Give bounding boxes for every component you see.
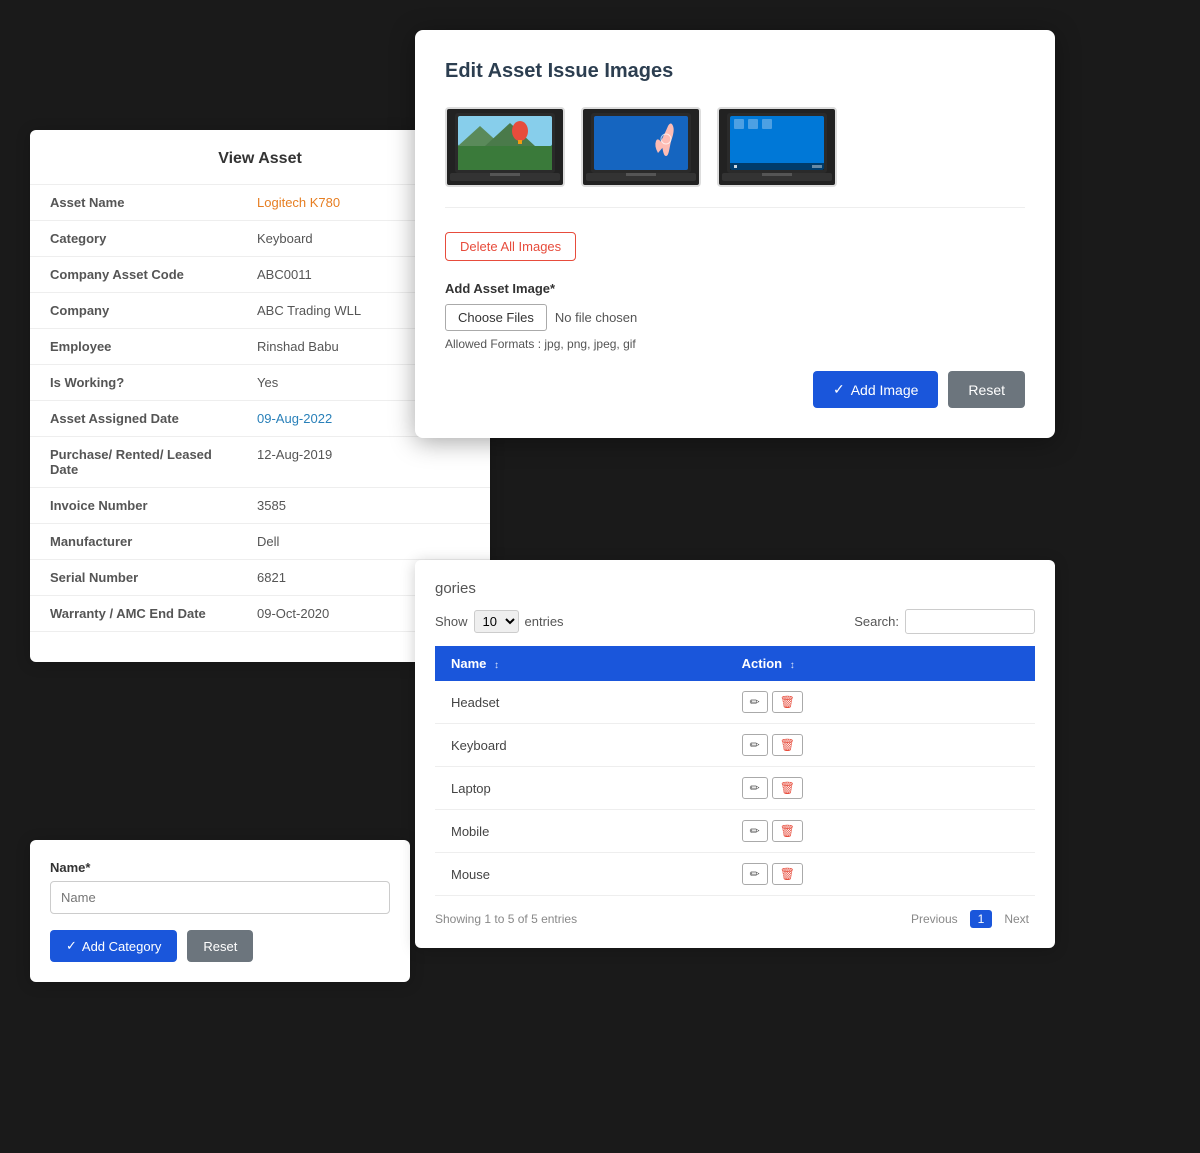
- table-row: Laptop ✏ 🗑: [435, 767, 1035, 810]
- table-row: Mobile ✏ 🗑: [435, 810, 1035, 853]
- asset-field-label: Purchase/ Rented/ Leased Date: [30, 437, 237, 488]
- asset-field-value: 12-Aug-2019: [237, 437, 490, 488]
- name-sort-icon: ↕: [494, 660, 499, 671]
- add-image-section: Add Asset Image* Choose Files No file ch…: [445, 281, 1025, 351]
- check-icon: ✓: [66, 938, 77, 954]
- table-row: Headset ✏ 🗑: [435, 681, 1035, 724]
- add-category-form: Name* ✓ Add Category Reset: [30, 840, 410, 982]
- reset-category-button[interactable]: Reset: [187, 930, 253, 962]
- edit-images-modal: Edit Asset Issue Images: [415, 30, 1055, 438]
- category-btn-group: ✓ Add Category Reset: [50, 930, 390, 962]
- showing-text: Showing 1 to 5 of 5 entries: [435, 912, 577, 926]
- delete-button[interactable]: 🗑: [772, 863, 803, 885]
- action-btns: ✏ 🗑: [742, 820, 1019, 842]
- add-image-button[interactable]: ✓ Add Image: [813, 371, 938, 408]
- image-thumb-2: [581, 107, 701, 187]
- action-btns: ✏ 🗑: [742, 777, 1019, 799]
- asset-field-label: Manufacturer: [30, 524, 237, 560]
- reset-modal-button[interactable]: Reset: [948, 371, 1025, 408]
- categories-header: gories: [435, 580, 1035, 597]
- col-action-header: Action ↕: [726, 646, 1035, 681]
- delete-all-images-button[interactable]: Delete All Images: [445, 232, 576, 261]
- table-footer: Showing 1 to 5 of 5 entries Previous 1 N…: [435, 910, 1035, 928]
- search-box-container: Search:: [854, 609, 1035, 634]
- asset-field-value: Dell: [237, 524, 490, 560]
- asset-field-label: Company Asset Code: [30, 257, 237, 293]
- search-input[interactable]: [905, 609, 1035, 634]
- asset-field-label: Serial Number: [30, 560, 237, 596]
- action-sort-icon: ↕: [790, 660, 795, 671]
- choose-files-button[interactable]: Choose Files: [445, 304, 547, 331]
- category-name: Mouse: [435, 853, 726, 896]
- modal-title: Edit Asset Issue Images: [445, 60, 1025, 83]
- asset-field-value: 3585: [237, 488, 490, 524]
- table-row: Mouse ✏ 🗑: [435, 853, 1035, 896]
- prev-button[interactable]: Previous: [905, 910, 964, 928]
- show-label: Show: [435, 614, 468, 629]
- no-file-text: No file chosen: [555, 310, 637, 325]
- search-label: Search:: [854, 614, 899, 629]
- delete-button[interactable]: 🗑: [772, 734, 803, 756]
- asset-field-label: Company: [30, 293, 237, 329]
- name-input[interactable]: [50, 881, 390, 914]
- show-entries: Show 10 25 50 entries: [435, 610, 564, 633]
- asset-field-label: Category: [30, 221, 237, 257]
- entries-label: entries: [525, 614, 564, 629]
- delete-button[interactable]: 🗑: [772, 777, 803, 799]
- edit-button[interactable]: ✏: [742, 820, 768, 842]
- action-btns: ✏ 🗑: [742, 691, 1019, 713]
- asset-table-row: Invoice Number3585: [30, 488, 490, 524]
- edit-button[interactable]: ✏: [742, 863, 768, 885]
- asset-field-label: Asset Name: [30, 185, 237, 221]
- category-name: Laptop: [435, 767, 726, 810]
- table-controls: Show 10 25 50 entries Search:: [435, 609, 1035, 634]
- category-name: Mobile: [435, 810, 726, 853]
- modal-footer: ✓ Add Image Reset: [445, 371, 1025, 408]
- add-category-button[interactable]: ✓ Add Category: [50, 930, 177, 962]
- image-thumb-3: [717, 107, 837, 187]
- table-row: Keyboard ✏ 🗑: [435, 724, 1035, 767]
- categories-table: Name ↕ Action ↕ Headset ✏ 🗑 Keyboard ✏ 🗑…: [435, 646, 1035, 896]
- action-btns: ✏ 🗑: [742, 863, 1019, 885]
- delete-button[interactable]: 🗑: [772, 691, 803, 713]
- pagination: Previous 1 Next: [905, 910, 1035, 928]
- file-input-row: Choose Files No file chosen: [445, 304, 1025, 331]
- edit-button[interactable]: ✏: [742, 777, 768, 799]
- allowed-formats-text: Allowed Formats : jpg, png, jpeg, gif: [445, 337, 1025, 351]
- edit-button[interactable]: ✏: [742, 691, 768, 713]
- image-thumb-1: [445, 107, 565, 187]
- action-btns: ✏ 🗑: [742, 734, 1019, 756]
- asset-field-label: Asset Assigned Date: [30, 401, 237, 437]
- name-label: Name*: [50, 860, 390, 875]
- next-button[interactable]: Next: [998, 910, 1035, 928]
- asset-field-label: Is Working?: [30, 365, 237, 401]
- edit-button[interactable]: ✏: [742, 734, 768, 756]
- category-actions: ✏ 🗑: [726, 767, 1035, 810]
- category-actions: ✏ 🗑: [726, 681, 1035, 724]
- category-name: Keyboard: [435, 724, 726, 767]
- category-actions: ✏ 🗑: [726, 810, 1035, 853]
- category-actions: ✏ 🗑: [726, 724, 1035, 767]
- add-image-label: Add Asset Image*: [445, 281, 1025, 296]
- asset-field-label: Employee: [30, 329, 237, 365]
- check-icon-modal: ✓: [833, 381, 845, 398]
- category-actions: ✏ 🗑: [726, 853, 1035, 896]
- entries-select[interactable]: 10 25 50: [474, 610, 519, 633]
- category-name: Headset: [435, 681, 726, 724]
- asset-table-row: ManufacturerDell: [30, 524, 490, 560]
- asset-field-label: Invoice Number: [30, 488, 237, 524]
- delete-button[interactable]: 🗑: [772, 820, 803, 842]
- categories-panel: gories Show 10 25 50 entries Search: Nam…: [415, 560, 1055, 948]
- asset-field-label: Warranty / AMC End Date: [30, 596, 237, 632]
- page-1-button[interactable]: 1: [970, 910, 993, 928]
- image-thumbnails-row: [445, 107, 1025, 208]
- asset-table-row: Purchase/ Rented/ Leased Date12-Aug-2019: [30, 437, 490, 488]
- col-name-header: Name ↕: [435, 646, 726, 681]
